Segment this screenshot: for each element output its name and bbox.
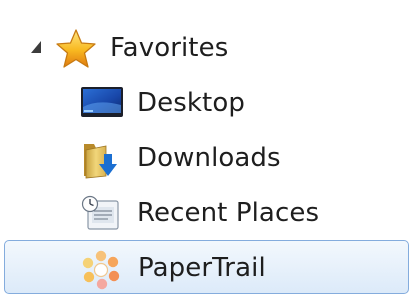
sidebar-item-label: PaperTrail bbox=[138, 253, 266, 283]
favorites-group[interactable]: Favorites bbox=[0, 23, 409, 73]
navigation-pane: Favorites Desktop Downloads Recent Place… bbox=[0, 0, 409, 296]
favorites-label: Favorites bbox=[110, 33, 229, 63]
desktop-icon bbox=[81, 87, 123, 117]
sidebar-item-recent-places[interactable]: Recent Places bbox=[0, 188, 409, 238]
downloads-folder-icon bbox=[84, 144, 117, 179]
sidebar-item-desktop[interactable]: Desktop bbox=[0, 78, 409, 128]
sidebar-item-label: Recent Places bbox=[137, 198, 320, 228]
star-icon bbox=[56, 29, 96, 68]
sidebar-item-papertrail[interactable]: PaperTrail bbox=[4, 240, 409, 294]
sidebar-item-downloads[interactable]: Downloads bbox=[0, 133, 409, 183]
papertrail-icon bbox=[82, 250, 120, 290]
sidebar-item-label: Downloads bbox=[137, 143, 281, 173]
recent-places-icon bbox=[81, 195, 119, 230]
expanded-triangle-icon[interactable] bbox=[30, 40, 42, 54]
sidebar-item-label: Desktop bbox=[137, 88, 245, 118]
